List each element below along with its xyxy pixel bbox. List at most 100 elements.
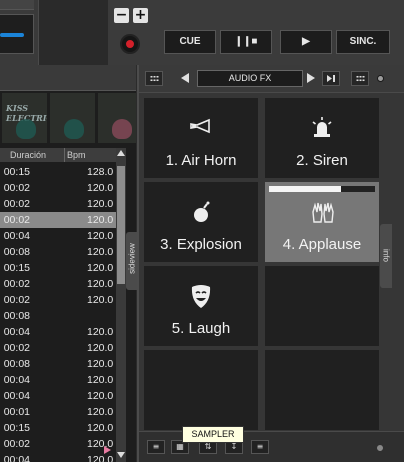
album-art[interactable]: KISS ELECTRIC (2, 93, 47, 143)
play-button[interactable]: ▶ (280, 30, 332, 54)
album-art[interactable] (50, 93, 95, 143)
info-tab[interactable]: info (380, 224, 392, 288)
sampler-pad[interactable]: 5. Laugh (144, 266, 258, 346)
sync-button[interactable]: SINC. (336, 30, 390, 54)
grid-view-button[interactable] (145, 71, 163, 86)
track-bpm: 120.0 (87, 406, 114, 418)
track-duration: 00:02 (3, 214, 30, 226)
track-duration: 00:01 (3, 406, 30, 418)
top-left-panel (0, 0, 108, 65)
track-row[interactable]: 00:15 128.0 (0, 164, 116, 180)
plus-button[interactable]: + (133, 8, 148, 23)
track-row[interactable]: 00:04 120.0 (0, 452, 116, 462)
track-row[interactable]: 00:04 120.0 (0, 324, 116, 340)
cue-button[interactable]: CUE (164, 30, 216, 54)
sampler-pad-label: 2. Siren (296, 152, 348, 169)
next-arrow-icon[interactable] (307, 73, 315, 83)
grid-icon (150, 75, 159, 82)
footer-menu-button[interactable]: ≡ (251, 440, 269, 454)
track-bpm: 120.0 (87, 214, 114, 226)
track-row[interactable]: 00:08 (0, 308, 116, 324)
track-duration: 00:04 (3, 374, 30, 386)
track-duration: 00:02 (3, 278, 30, 290)
app-window: − + CUE ❙❙■ ▶ SINC. KISS ELECTRIC Duraci… (0, 0, 404, 462)
track-duration: 00:04 (3, 230, 30, 242)
sampler-pad[interactable]: 2. Siren (265, 98, 379, 178)
scroll-down-icon[interactable] (117, 452, 125, 458)
track-bpm: 120.0 (87, 246, 114, 258)
track-duration: 00:15 (3, 166, 30, 178)
siren-icon (310, 116, 332, 137)
track-row[interactable]: 00:02 120.0 (0, 212, 116, 228)
audio-fx-panel: AUDIO FX 1. Air Horn 2. Siren 3. Explosion… (137, 65, 404, 462)
sampler-pad[interactable] (144, 350, 258, 430)
library-scrollbar[interactable] (116, 148, 126, 462)
applause-icon (310, 200, 334, 223)
fx-footer: ≡ ▦ ⇅ ↧ ≡ (139, 431, 404, 462)
track-bpm: 120.0 (87, 294, 114, 306)
album-art[interactable] (98, 93, 136, 143)
track-row[interactable]: 00:02 120.0 (0, 180, 116, 196)
track-bpm: 120.0 (87, 422, 114, 434)
sampler-pad[interactable]: 4. Applause (265, 182, 379, 262)
previous-arrow-icon[interactable] (181, 73, 189, 83)
track-row[interactable]: 00:15 120.0 (0, 260, 116, 276)
track-row[interactable]: 00:04 120.0 (0, 388, 116, 404)
record-knob[interactable] (120, 34, 140, 54)
skip-end-button[interactable] (322, 71, 340, 86)
scroll-up-icon[interactable] (117, 150, 125, 156)
track-duration: 00:02 (3, 438, 30, 450)
track-row[interactable]: 00:02 120.0 (0, 292, 116, 308)
pitch-slider-fill (0, 33, 24, 37)
duration-column-header[interactable]: Duración (10, 148, 46, 162)
track-bpm: 120.0 (87, 182, 114, 194)
track-duration: 00:08 (3, 310, 30, 322)
status-dot (377, 75, 384, 82)
track-row[interactable]: 00:08 120.0 (0, 356, 116, 372)
track-row[interactable]: 00:02 120.0 (0, 340, 116, 356)
sampler-pad[interactable]: 1. Air Horn (144, 98, 258, 178)
track-duration: 00:04 (3, 454, 30, 462)
track-row[interactable]: 00:15 120.0 (0, 420, 116, 436)
info-label: info (381, 249, 391, 262)
deck-controls: − + CUE ❙❙■ ▶ SINC. (108, 0, 404, 65)
sampler-pad[interactable] (265, 350, 379, 430)
footer-list-button[interactable]: ≡ (147, 440, 165, 454)
track-row[interactable]: 00:01 120.0 (0, 404, 116, 420)
deck-divider (38, 0, 108, 65)
track-duration: 00:08 (3, 246, 30, 258)
pitch-slider[interactable] (0, 14, 34, 54)
track-row[interactable]: 00:02 120.0 (0, 436, 116, 452)
track-row[interactable]: 00:02 120.0 (0, 276, 116, 292)
track-row[interactable]: 00:02 120.0 (0, 196, 116, 212)
track-row[interactable]: 00:04 120.0 (0, 372, 116, 388)
bpm-column-header[interactable]: Bpm (64, 148, 86, 162)
minus-button[interactable]: − (114, 8, 129, 23)
track-duration: 00:02 (3, 182, 30, 194)
column-headers: Duración Bpm (0, 148, 116, 162)
scroll-thumb[interactable] (117, 166, 125, 284)
track-duration: 00:04 (3, 390, 30, 402)
track-bpm: 120.0 (87, 358, 114, 370)
sampler-pad-label: 5. Laugh (171, 320, 231, 337)
fx-bank-title[interactable]: AUDIO FX (197, 70, 303, 87)
track-duration: 00:02 (3, 198, 30, 210)
sampler-pad-label: 4. Applause (282, 236, 362, 253)
pause-stop-button[interactable]: ❙❙■ (220, 30, 272, 54)
air-horn-icon (189, 116, 210, 136)
footer-status-dot (377, 445, 383, 451)
sampler-pad[interactable] (265, 266, 379, 346)
track-bpm: 120.0 (87, 278, 114, 290)
album-art-figure (112, 119, 132, 139)
sampler-tooltip: SAMPLER (182, 426, 244, 443)
skip-end-icon (327, 75, 335, 82)
sideview-tab[interactable]: sideview (126, 232, 137, 290)
sampler-pad-label: 3. Explosion (160, 236, 242, 253)
track-row[interactable]: 00:04 120.0 (0, 228, 116, 244)
library-panel: KISS ELECTRIC Duración Bpm 00:15128.000:… (0, 65, 136, 462)
track-duration: 00:15 (3, 262, 30, 274)
sampler-pad[interactable]: 3. Explosion (144, 182, 258, 262)
pads-layout-button[interactable] (351, 71, 369, 86)
track-row[interactable]: 00:08 120.0 (0, 244, 116, 260)
track-bpm: 120.0 (87, 262, 114, 274)
